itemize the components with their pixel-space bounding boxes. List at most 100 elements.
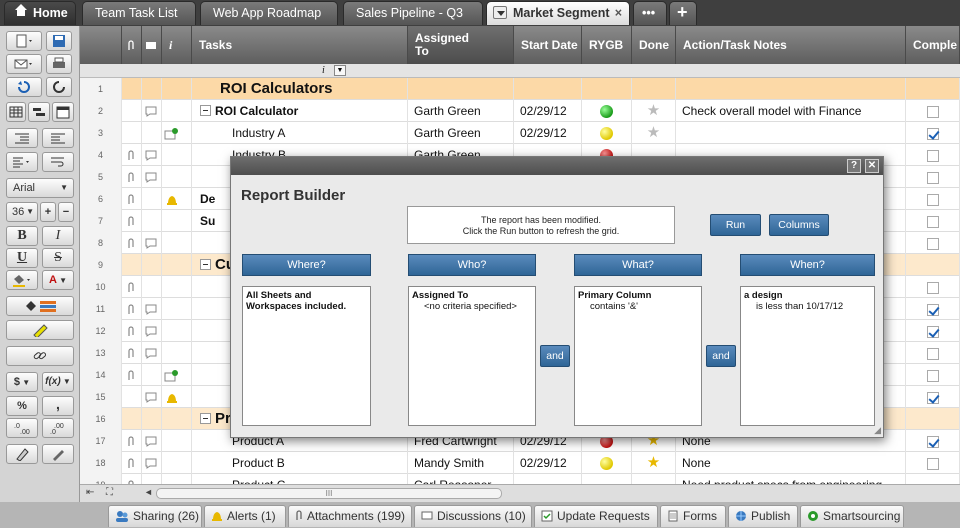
complete-checkbox[interactable] <box>926 193 939 206</box>
tab-web-app-roadmap[interactable]: Web App Roadmap <box>200 1 338 25</box>
gantt-view-button[interactable] <box>28 102 50 122</box>
done-cell[interactable] <box>632 78 676 100</box>
attachments-button[interactable]: Attachments (199) <box>288 505 412 527</box>
assigned-to-column-header[interactable]: Assigned To <box>408 26 514 64</box>
first-page-icon[interactable]: ⇤ <box>86 487 94 498</box>
outdent-button[interactable] <box>6 128 38 148</box>
discussion-cell[interactable] <box>142 254 162 276</box>
collapse-icon[interactable] <box>200 105 211 117</box>
done-column-header[interactable]: Done <box>632 26 676 64</box>
notes-cell[interactable] <box>676 78 906 100</box>
text-color-button[interactable]: A ▼ <box>42 270 74 290</box>
indent-button[interactable] <box>42 128 74 148</box>
hyperlink-button[interactable] <box>6 346 74 366</box>
discussion-cell[interactable] <box>142 232 162 254</box>
done-cell[interactable]: ★ <box>632 122 676 144</box>
horizontal-scrollbar[interactable]: ⇤ ⛶ ◄ III <box>80 484 960 502</box>
what-criteria-box[interactable]: Primary Column contains '&' <box>574 286 702 426</box>
and-button[interactable]: and <box>540 345 570 367</box>
info-cell[interactable] <box>162 232 192 254</box>
highlight-button[interactable] <box>6 320 74 340</box>
discussion-cell[interactable] <box>142 166 162 188</box>
grid-view-button[interactable] <box>6 102 26 122</box>
undo-button[interactable] <box>6 77 42 97</box>
conditional-format-button[interactable] <box>6 296 74 316</box>
wrap-button[interactable] <box>42 152 74 172</box>
help-icon[interactable]: ? <box>847 159 861 173</box>
discussion-column-header[interactable] <box>142 26 162 64</box>
new-row-button[interactable] <box>6 31 42 51</box>
complete-cell[interactable] <box>906 452 960 474</box>
calendar-view-button[interactable] <box>52 102 74 122</box>
star-icon[interactable]: ★ <box>647 454 660 471</box>
complete-cell[interactable] <box>906 320 960 342</box>
complete-checkbox[interactable] <box>926 325 939 338</box>
row-number[interactable]: 4 <box>80 144 122 166</box>
close-icon[interactable]: × <box>615 2 622 24</box>
attachment-cell[interactable] <box>122 122 142 144</box>
info-cell[interactable] <box>162 364 192 386</box>
formula-button[interactable]: f(x) ▼ <box>42 372 74 392</box>
discussion-cell[interactable] <box>142 78 162 100</box>
complete-cell[interactable] <box>906 232 960 254</box>
horizontal-scroll-thumb[interactable]: III <box>156 488 502 499</box>
assigned-to-cell[interactable] <box>408 78 514 100</box>
row-number[interactable]: 11 <box>80 298 122 320</box>
info-cell[interactable] <box>162 144 192 166</box>
attachment-cell[interactable] <box>122 210 142 232</box>
complete-cell[interactable] <box>906 276 960 298</box>
expand-icon[interactable]: ⛶ <box>106 487 113 498</box>
info-cell[interactable] <box>162 254 192 276</box>
publish-button[interactable]: Publish <box>728 505 798 527</box>
percent-button[interactable]: % <box>6 396 38 416</box>
row-number[interactable]: 13 <box>80 342 122 364</box>
task-cell[interactable]: ROI Calculators <box>192 78 408 100</box>
where-criteria-box[interactable]: All Sheets and Workspaces included. <box>242 286 371 426</box>
attachment-cell[interactable] <box>122 430 142 452</box>
info-cell[interactable] <box>162 430 192 452</box>
complete-cell[interactable] <box>906 166 960 188</box>
row-number[interactable]: 7 <box>80 210 122 232</box>
task-cell[interactable]: Product B <box>192 452 408 474</box>
table-row[interactable]: 1 ROI Calculators <box>80 78 960 100</box>
complete-checkbox[interactable] <box>926 127 939 140</box>
add-tab-button[interactable]: + <box>669 1 697 25</box>
attachment-cell[interactable] <box>122 298 142 320</box>
discussion-cell[interactable] <box>142 452 162 474</box>
rygb-cell[interactable] <box>582 452 632 474</box>
row-number[interactable]: 8 <box>80 232 122 254</box>
row-number[interactable]: 18 <box>80 452 122 474</box>
discussion-cell[interactable] <box>142 210 162 232</box>
bold-button[interactable]: B <box>6 226 38 246</box>
info-cell[interactable] <box>162 276 192 298</box>
complete-cell[interactable] <box>906 342 960 364</box>
strikethrough-button[interactable]: S <box>42 248 74 268</box>
more-tabs-button[interactable]: ••• <box>633 1 667 25</box>
when-criteria-box[interactable]: a design is less than 10/17/12 <box>740 286 875 426</box>
info-cell[interactable] <box>162 100 192 122</box>
star-icon[interactable]: ★ <box>647 124 660 141</box>
attachment-cell[interactable] <box>122 166 142 188</box>
discussion-cell[interactable] <box>142 320 162 342</box>
who-criteria-box[interactable]: Assigned To <no criteria specified> <box>408 286 536 426</box>
attachment-cell[interactable] <box>122 320 142 342</box>
font-size-select[interactable]: 36 ▼ <box>6 202 38 222</box>
discussions-button[interactable]: Discussions (10) <box>414 505 532 527</box>
start-date-cell[interactable]: 02/29/12 <box>514 122 582 144</box>
forms-button[interactable]: Forms <box>660 505 726 527</box>
complete-cell[interactable] <box>906 364 960 386</box>
info-cell[interactable] <box>162 320 192 342</box>
discussion-cell[interactable] <box>142 144 162 166</box>
save-button[interactable] <box>46 31 72 51</box>
complete-cell[interactable] <box>906 100 960 122</box>
row-number[interactable]: 16 <box>80 408 122 430</box>
complete-checkbox[interactable] <box>926 171 939 184</box>
complete-checkbox[interactable] <box>926 435 939 448</box>
complete-column-header[interactable]: Comple <box>906 26 960 64</box>
close-icon[interactable]: ✕ <box>865 159 879 173</box>
notes-cell[interactable] <box>676 122 906 144</box>
collapse-icon[interactable] <box>200 412 211 424</box>
increase-decimal-button[interactable]: .00.0 <box>42 418 74 438</box>
tab-market-segment[interactable]: Market Segment × <box>486 1 630 25</box>
discussion-cell[interactable] <box>142 276 162 298</box>
